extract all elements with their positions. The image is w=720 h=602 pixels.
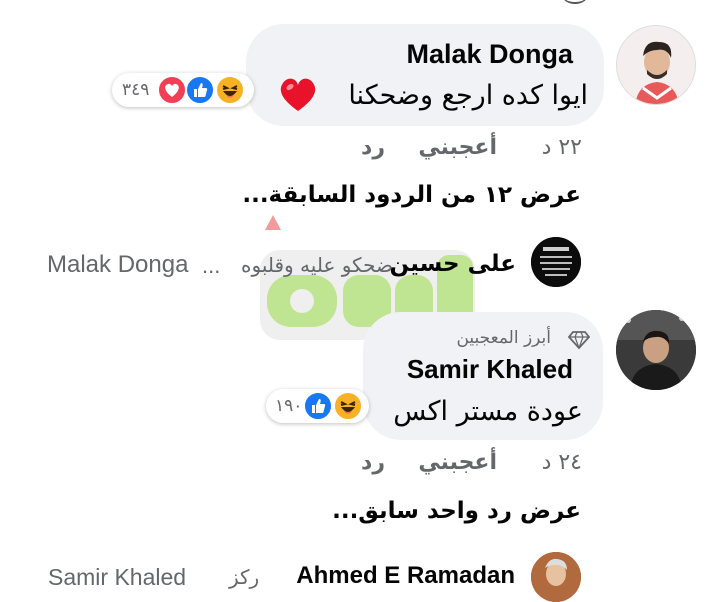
comment-time: ٢٤ د — [541, 450, 582, 475]
user-avatar-icon — [617, 26, 695, 104]
reply-mention[interactable]: Malak Donga — [47, 251, 188, 279]
view-previous-replies[interactable]: عرض ١٢ من الردود السابقة... — [242, 182, 581, 208]
comment-text: ايوا كده ارجع وضحكنا — [348, 80, 588, 111]
reactions-pill[interactable]: ١٩٠ — [266, 389, 369, 423]
user-avatar-icon — [531, 237, 581, 287]
top-partial-element — [560, 0, 590, 4]
reaction-count: ٣٤٩ — [122, 80, 150, 100]
like-icon — [185, 75, 215, 105]
comment-author[interactable]: Malak Donga — [406, 39, 573, 70]
reply-mention[interactable]: Samir Khaled — [48, 564, 186, 591]
avatar[interactable] — [616, 25, 696, 105]
reactions-pill[interactable]: ٣٤٩ — [112, 73, 254, 107]
reply-button[interactable]: رد — [361, 450, 385, 475]
reply-author[interactable]: على حسين — [390, 251, 516, 277]
top-fan-badge: أبرز المعجبين — [456, 328, 551, 348]
user-avatar-icon — [531, 552, 581, 602]
comment-time: ٢٢ د — [541, 135, 582, 160]
user-avatar-icon — [616, 310, 696, 390]
diamond-icon — [568, 331, 590, 350]
reply-preview-text: ضحكو عليه وقلبوه — [241, 253, 393, 277]
reply-button[interactable]: رد — [361, 135, 385, 160]
love-icon — [157, 75, 187, 105]
comment-text: عودة مستر اكس — [393, 396, 583, 427]
like-button[interactable]: أعجبني — [418, 135, 497, 160]
avatar[interactable] — [531, 237, 581, 287]
reply-ellipsis: ... — [202, 253, 221, 278]
reply-preview-text: ركز — [229, 565, 260, 589]
like-button[interactable]: أعجبني — [418, 450, 497, 475]
view-previous-replies[interactable]: عرض رد واحد سابق... — [332, 498, 581, 524]
comment-author[interactable]: Samir Khaled — [407, 354, 573, 385]
avatar[interactable] — [531, 552, 581, 602]
avatar[interactable] — [616, 310, 696, 390]
reply-author[interactable]: Ahmed E Ramadan — [296, 562, 515, 590]
heart-emoji-icon — [280, 78, 316, 111]
comment-bubble[interactable]: أبرز المعجبين Samir Khaled عودة مستر اكس — [363, 312, 603, 440]
haha-icon — [215, 75, 245, 105]
like-icon — [303, 391, 333, 421]
reaction-count: ١٩٠ — [275, 396, 303, 416]
haha-icon — [333, 391, 363, 421]
